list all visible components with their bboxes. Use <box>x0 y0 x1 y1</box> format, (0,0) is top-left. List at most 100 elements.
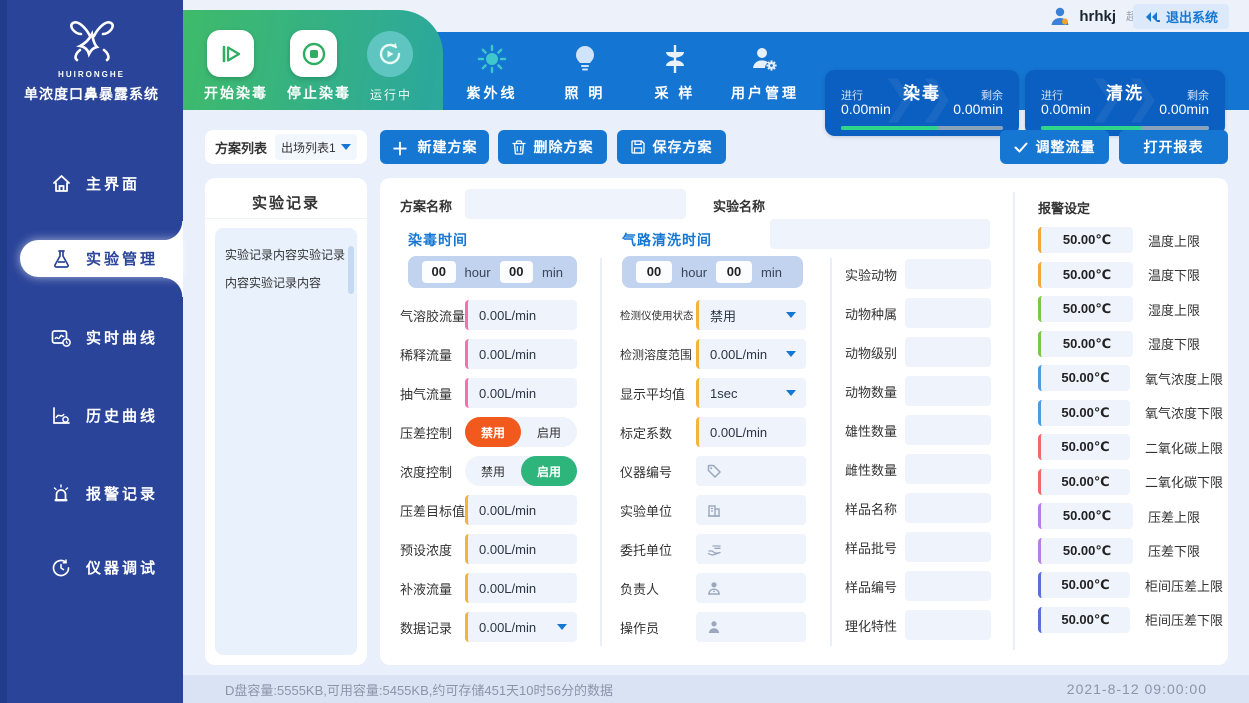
light-switch[interactable]: 照 明 <box>540 42 630 103</box>
scheme-name-label: 方案名称 <box>400 196 452 215</box>
form-row: 负责人 <box>620 573 810 603</box>
co2-upper-input[interactable]: 50.00℃ <box>1038 434 1130 460</box>
temp-lower-input[interactable]: 50.00℃ <box>1038 262 1133 288</box>
sample-number-input[interactable] <box>905 571 991 601</box>
check-icon <box>1014 142 1028 153</box>
poison-status-card: ❯❯ 进行 染毒 剩余 0.00min 0.00min <box>825 70 1019 136</box>
sidebar-item-history-curve[interactable]: 历史曲线 <box>0 397 183 434</box>
operator-icon <box>707 620 721 634</box>
alarm-siren-icon <box>50 484 72 504</box>
poison-time-widget: 00 hour 00 min <box>408 256 577 288</box>
entrust-unit-input[interactable] <box>696 534 806 564</box>
detector-status-select[interactable]: 禁用 <box>696 300 806 330</box>
adjust-flow-button[interactable]: 调整流量 <box>1000 130 1109 164</box>
form-row: 抽气流量 0.00L/min <box>400 378 580 408</box>
scheme-name-input[interactable] <box>465 189 686 219</box>
datetime-text: 2021-8-12 09:00:00 <box>1067 681 1207 697</box>
temp-upper-input[interactable]: 50.00℃ <box>1038 227 1133 253</box>
animal-input[interactable] <box>905 259 991 289</box>
oxygen-lower-input[interactable]: 50.00℃ <box>1038 400 1130 426</box>
app-logo: HUIRONGHE <box>0 14 183 79</box>
scheme-select[interactable]: 出场列表1 <box>275 134 357 160</box>
instrument-number-input[interactable] <box>696 456 806 486</box>
user-manage-button[interactable]: 用户管理 <box>720 42 810 103</box>
sidebar-item-experiment[interactable]: 实验管理 <box>0 240 183 277</box>
start-poison-button[interactable] <box>207 30 254 77</box>
form-row: 理化特性 <box>845 610 1005 640</box>
sample-batch-input[interactable] <box>905 532 991 562</box>
aerosol-flow-input[interactable]: 0.00L/min <box>465 300 577 330</box>
uv-sun-icon <box>447 42 537 76</box>
pressure-lower-input[interactable]: 50.00℃ <box>1038 538 1133 564</box>
minute-field[interactable]: 00 <box>716 261 752 283</box>
running-button[interactable] <box>367 31 413 77</box>
scrollbar-thumb[interactable] <box>348 246 354 294</box>
progress-fill <box>841 126 938 130</box>
animal-grade-input[interactable] <box>905 337 991 367</box>
male-count-input[interactable] <box>905 415 991 445</box>
form-row: 气溶胶流量 0.00L/min <box>400 300 580 330</box>
pressure-target-input[interactable]: 0.00L/min <box>465 495 577 525</box>
physchem-property-input[interactable] <box>905 610 991 640</box>
history-curve-icon <box>50 406 72 426</box>
form-row: 动物种属 <box>845 298 1005 328</box>
chevron-down-icon <box>786 351 796 357</box>
preset-concentration-input[interactable]: 0.00L/min <box>465 534 577 564</box>
female-count-input[interactable] <box>905 454 991 484</box>
cabinet-pressure-lower-input[interactable]: 50.00℃ <box>1038 607 1130 633</box>
minute-field[interactable]: 00 <box>500 261 534 283</box>
save-scheme-button[interactable]: 保存方案 <box>617 130 726 164</box>
delete-scheme-button[interactable]: 删除方案 <box>498 130 607 164</box>
oxygen-upper-input[interactable]: 50.00℃ <box>1038 365 1130 391</box>
logout-button[interactable]: 退出系统 <box>1133 4 1229 29</box>
sample-name-input[interactable] <box>905 493 991 523</box>
toggle-disable[interactable]: 禁用 <box>465 456 521 486</box>
toggle-disable[interactable]: 禁用 <box>465 417 521 447</box>
pressure-control-toggle[interactable]: 禁用 启用 <box>465 417 577 447</box>
form-row: 动物级别 <box>845 337 1005 367</box>
toggle-enable[interactable]: 启用 <box>521 456 577 486</box>
pressure-upper-input[interactable]: 50.00℃ <box>1038 503 1133 529</box>
animal-count-input[interactable] <box>905 376 991 406</box>
sample-switch[interactable]: 采 样 <box>630 42 720 103</box>
alarm-settings-list: 50.00℃温度上限 50.00℃温度下限 50.00℃湿度上限 50.00℃湿… <box>1038 227 1223 641</box>
form-row: 雄性数量 <box>845 415 1005 445</box>
sidebar-item-alarm-records[interactable]: 报警记录 <box>0 475 183 512</box>
detect-range-select[interactable]: 0.00L/min <box>696 339 806 369</box>
toggle-enable[interactable]: 启用 <box>521 417 577 447</box>
concentration-control-toggle[interactable]: 禁用 启用 <box>465 456 577 486</box>
start-poison-label: 开始染毒 <box>204 83 268 103</box>
experiment-form-panel: 方案名称 实验名称 染毒时间 气路清洗时间 00 hour 00 min 00 … <box>380 178 1228 665</box>
scheme-list-card: 方案列表 出场列表1 <box>205 130 367 164</box>
calibration-coef-input[interactable]: 0.00L/min <box>696 417 806 447</box>
sidebar-item-instrument-debug[interactable]: 仪器调试 <box>0 549 183 586</box>
replenish-flow-input[interactable]: 0.00L/min <box>465 573 577 603</box>
operator-input[interactable] <box>696 612 806 642</box>
chevron-down-icon <box>557 624 567 630</box>
person-in-charge-input[interactable] <box>696 573 806 603</box>
exhaust-flow-input[interactable]: 0.00L/min <box>465 378 577 408</box>
form-row: 检测仪使用状态 禁用 <box>620 300 810 330</box>
records-list[interactable]: 实验记录内容实验记录内容实验记录内容 <box>215 228 357 655</box>
open-report-button[interactable]: 打开报表 <box>1119 130 1228 164</box>
form-row: 实验动物 <box>845 259 1005 289</box>
dilution-flow-input[interactable]: 0.00L/min <box>465 339 577 369</box>
sidebar-item-main[interactable]: 主界面 <box>0 165 183 202</box>
new-scheme-button[interactable]: ＋ 新建方案 <box>380 130 489 164</box>
experiment-unit-input[interactable] <box>696 495 806 525</box>
stop-poison-button[interactable] <box>290 30 337 77</box>
uv-switch[interactable]: 紫外线 <box>447 42 537 103</box>
display-average-select[interactable]: 1sec <box>696 378 806 408</box>
hour-field[interactable]: 00 <box>422 261 456 283</box>
co2-lower-input[interactable]: 50.00℃ <box>1038 469 1130 495</box>
hour-field[interactable]: 00 <box>636 261 672 283</box>
humidity-lower-input[interactable]: 50.00℃ <box>1038 331 1133 357</box>
sidebar-item-realtime-curve[interactable]: 实时曲线 <box>0 319 183 356</box>
animal-species-input[interactable] <box>905 298 991 328</box>
clean-status-card: ❯❯ 进行 清洗 剩余 0.00min 0.00min <box>1025 70 1225 136</box>
alarm-row: 50.00℃压差上限 <box>1038 503 1223 529</box>
cabinet-pressure-upper-input[interactable]: 50.00℃ <box>1038 572 1130 598</box>
humidity-upper-input[interactable]: 50.00℃ <box>1038 296 1133 322</box>
experiment-name-input[interactable] <box>770 219 990 249</box>
data-record-select[interactable]: 0.00L/min <box>465 612 577 642</box>
